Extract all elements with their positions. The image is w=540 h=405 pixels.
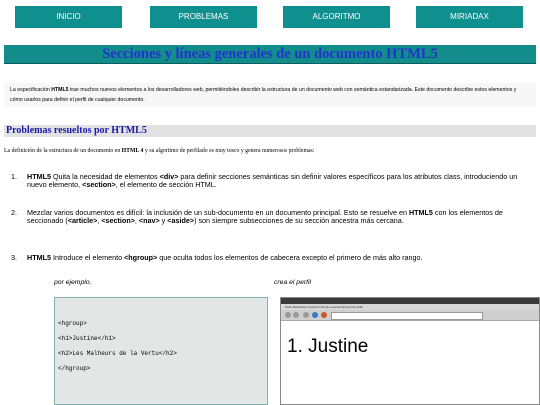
top-navigation: INICIO PROBLEMAS ALGORITMO MIRIADAX <box>0 6 540 28</box>
forward-icon <box>293 312 299 318</box>
item-code: <hgroup> <box>124 253 158 262</box>
item-text: que oculta todos los elementos de cabece… <box>157 253 423 262</box>
bookmark-icon <box>321 312 327 318</box>
lead-paragraph: La definición de la estructura de un doc… <box>4 148 314 154</box>
nav-inicio[interactable]: INICIO <box>15 6 122 28</box>
page-title: Secciones y líneas generales de un docum… <box>4 45 536 64</box>
intro-text-1: La especificación <box>10 87 52 93</box>
nav-problemas[interactable]: PROBLEMAS <box>150 6 257 28</box>
item-code: <nav> <box>138 216 160 226</box>
browser-screenshot: Datei Bearbeiten Ansicht Chronik Lesezei… <box>280 297 540 405</box>
address-bar <box>331 312 483 320</box>
code-line: </hgroup> <box>58 365 91 372</box>
back-icon <box>285 312 291 318</box>
browser-heading: 1. Justine <box>287 336 369 357</box>
item-bold: HTML5 <box>27 253 51 262</box>
lead-html4: HTML 4 <box>121 148 144 154</box>
nav-miriadax[interactable]: MIRIADAX <box>416 6 523 28</box>
item-number: 2. <box>11 208 17 217</box>
item-bold: HTML5 <box>408 208 433 217</box>
code-example-box: <hgroup> <h1>Justine</h1> <h2>Les Malheu… <box>54 297 268 405</box>
item-text: ) son siempre subsecciones de su sección… <box>194 216 404 226</box>
code-line: <hgroup> <box>58 320 87 327</box>
intro-paragraph: La especificación HTML5 trae muchos nuev… <box>10 86 530 105</box>
reload-icon <box>303 312 309 318</box>
intro-text-2: trae muchos nuevos elementos a los desar… <box>10 87 517 103</box>
code-line: <h2>Les Malheurs de la Vertu</h2> <box>58 350 177 357</box>
item-code: <aside> <box>167 216 195 226</box>
browser-toolbar <box>281 310 539 321</box>
code-line: <h1>Justine</h1> <box>58 335 116 342</box>
intro-html5: HTML5 <box>51 87 69 93</box>
section-heading: Problemas resueltos por HTML5 <box>4 125 536 137</box>
nav-algoritmo[interactable]: ALGORITMO <box>283 6 390 28</box>
lead-text-1: La definición de la estructura de un doc… <box>4 148 122 154</box>
item-number: 3. <box>11 253 17 262</box>
item-code: <article> <box>67 216 98 226</box>
item-code: <section> <box>82 180 116 190</box>
lead-text-2: y su algoritmo de perfilado es muy tosco… <box>143 148 315 154</box>
caption-profile: crea el perfil <box>274 279 312 286</box>
caption-example: por ejemplo, <box>54 279 92 286</box>
item-number: 1. <box>11 172 17 181</box>
item-code: <section> <box>101 216 135 226</box>
item-text: Introduce el elemento <box>50 253 125 262</box>
home-icon <box>312 312 318 318</box>
item-text: , el elemento de sección HTML. <box>115 180 217 190</box>
